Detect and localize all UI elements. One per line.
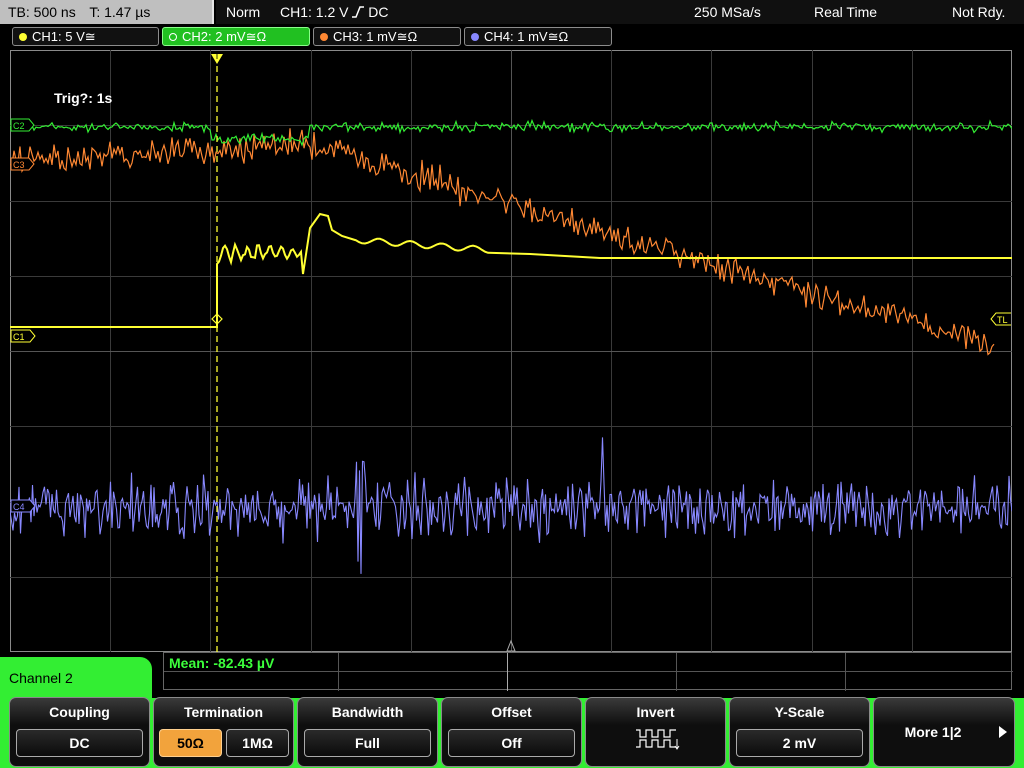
timebase-value: TB: 500 ns [8,4,76,20]
ch2-marker[interactable]: C2 [10,118,35,132]
softkey-coupling[interactable]: Coupling DC [9,697,150,767]
tab-ch1[interactable]: CH1: 5 V≅ [12,27,159,46]
tab-ch3[interactable]: CH3: 1 mV≅Ω [313,27,461,46]
tab-ch2[interactable]: CH2: 2 mV≅Ω [162,27,310,46]
acquisition-mode: Real Time [814,4,878,20]
ch1-marker[interactable]: C1 [10,329,36,343]
ch4-marker[interactable]: C4 [10,499,36,513]
bandwidth-title: Bandwidth [331,704,404,720]
termination-50-ohm-button[interactable]: 50Ω [159,729,222,757]
trigger-info: Trig?: 1s [54,90,113,106]
softkey-bandwidth[interactable]: Bandwidth Full [297,697,438,767]
softkey-offset[interactable]: Offset Off [441,697,582,767]
bandwidth-value-button[interactable]: Full [304,729,431,757]
rising-edge-icon [352,6,365,18]
trigger-mode[interactable]: Norm [226,0,260,24]
coupling-value-button[interactable]: DC [16,729,143,757]
measurement-grid [164,653,1013,691]
ch1-color-dot [19,33,27,41]
softkey-invert[interactable]: Invert [585,697,726,767]
svg-text:TL: TL [997,315,1008,325]
ch4-color-dot [471,33,479,41]
mean-measurement: Mean: -82.43 µV [169,655,275,671]
dc-coupling-icon: ≅ [84,29,96,44]
tab-ch4[interactable]: CH4: 1 mV≅Ω [464,27,612,46]
ch4-label: CH4: 1 mV [484,29,548,44]
svg-text:C1: C1 [13,332,25,342]
trigger-level-marker[interactable]: TL [990,312,1011,326]
ch3-marker[interactable]: C3 [10,157,35,171]
ch2-color-dot [169,33,177,41]
ch3-label: CH3: 1 mV [333,29,397,44]
dc-coupling-icon: ≅Ω [245,29,267,44]
ch2-label: CH2: 2 mV [182,29,246,44]
svg-text:T: T [214,51,220,61]
yscale-value-button[interactable]: 2 mV [736,729,863,757]
ch1-label: CH1: 5 V [32,29,85,44]
dc-coupling-icon: ≅Ω [396,29,418,44]
sample-rate: 250 MSa/s [694,4,761,20]
menu-title: Channel 2 [0,657,152,702]
svg-text:C3: C3 [13,160,25,170]
softkey-termination[interactable]: Termination 50Ω 1MΩ [153,697,294,767]
termination-1m-ohm-button[interactable]: 1MΩ [226,729,289,757]
arrow-right-icon [999,726,1007,738]
svg-text:C4: C4 [13,502,25,512]
yscale-title: Y-Scale [774,704,825,720]
termination-title: Termination [183,704,264,720]
ready-status: Not Rdy. [952,4,1006,20]
invert-waveform-icon [636,729,680,750]
softkey-more[interactable]: More 1|2 [873,697,1015,767]
offset-value-button[interactable]: Off [448,729,575,757]
softkey-yscale[interactable]: Y-Scale 2 mV [729,697,870,767]
dc-coupling-icon: ≅Ω [547,29,569,44]
more-label: More 1|2 [904,724,962,740]
coupling-title: Coupling [49,704,110,720]
offset-title: Offset [491,704,532,720]
ch3-color-dot [320,33,328,41]
trigger-source-level[interactable]: CH1: 1.2 V DC [280,0,389,24]
trigger-coupling: DC [368,4,389,20]
timebase-status[interactable]: TB: 500 ns T: 1.47 µs [0,0,214,24]
trigger-time-value: T: 1.47 µs [89,4,151,20]
svg-text:C2: C2 [13,121,25,131]
invert-title: Invert [636,704,675,720]
waveform-display[interactable]: T C2 C3 C1 C4 TL Trig?: 1s [10,50,1012,652]
trigger-level-text: CH1: 1.2 V [280,4,349,20]
measurement-panel[interactable] [163,652,1013,691]
acquisition-status-bar: Norm CH1: 1.2 V DC 250 MSa/s Real Time N… [216,0,1024,24]
